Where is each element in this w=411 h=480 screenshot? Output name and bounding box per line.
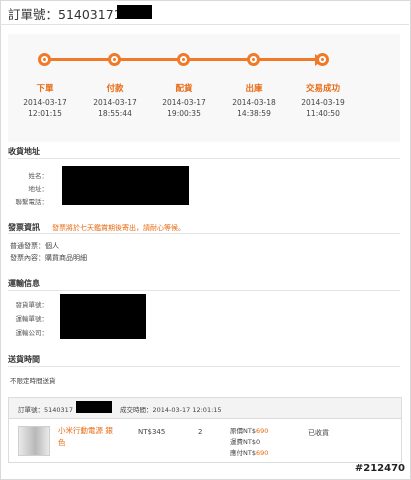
- product-name-link[interactable]: 小米行動電源 銀: [58, 425, 113, 436]
- address-label: 地址：: [28, 185, 49, 193]
- invoice-type: 普通發票：個人: [10, 242, 59, 250]
- product-thumbnail[interactable]: [18, 426, 50, 456]
- step-date: 2014-03-19: [301, 98, 345, 107]
- section-divider: [8, 366, 400, 367]
- shipping-address-title: 收貨地址: [8, 147, 40, 156]
- shipping-fee: 運費NT$0: [230, 438, 261, 446]
- quantity: 2: [198, 428, 203, 436]
- product-name-link-cont[interactable]: 色: [58, 437, 66, 448]
- section-divider: [8, 158, 400, 159]
- section-divider: [8, 233, 400, 234]
- delivery-value: 不限定時間送貨: [10, 377, 56, 385]
- shipping-no-label: 發貨單號：: [15, 301, 49, 309]
- step-time: 19:00:35: [167, 109, 201, 118]
- step-date: 2014-03-18: [232, 98, 276, 107]
- step-label: 付款: [106, 84, 124, 94]
- step-node-icon: [108, 53, 121, 66]
- redacted-address: [62, 166, 189, 205]
- table-order-number: 訂單號：5140317: [18, 406, 73, 414]
- phone-label: 聯繫電話：: [15, 198, 49, 206]
- watermark-id: #212470: [352, 463, 407, 474]
- step-label: 交易成功: [305, 84, 340, 94]
- step-label: 配貨: [175, 84, 193, 94]
- step-time: 12:01:15: [28, 109, 62, 118]
- carrier-label: 運輸公司：: [15, 329, 49, 337]
- delivery-title: 送貨時間: [8, 355, 40, 364]
- redacted-table-order: [76, 401, 112, 413]
- step-label: 下單: [36, 84, 54, 94]
- step-time: 14:38:59: [237, 109, 271, 118]
- original-price: 原價NT$690: [230, 427, 269, 435]
- redacted-order-suffix: [117, 5, 152, 19]
- step-date: 2014-03-17: [162, 98, 206, 107]
- step-node-icon: [38, 53, 51, 66]
- invoice-content: 發票內容：購買商品明細: [10, 254, 87, 262]
- section-divider: [8, 290, 400, 291]
- order-number: 訂單號：514031718: [8, 7, 130, 22]
- step-node-icon: [177, 53, 190, 66]
- step-date: 2014-03-17: [23, 98, 67, 107]
- invoice-title: 發票資訊: [8, 223, 40, 232]
- step-node-icon: [316, 53, 329, 66]
- redacted-logistics: [60, 294, 146, 339]
- invoice-notice: 發票將於七天鑑賞期後寄出，請耐心等候。: [52, 224, 185, 232]
- step-time: 11:40:50: [306, 109, 340, 118]
- deal-time: 成交時間：2014-03-17 12:01:15: [120, 406, 222, 414]
- order-status: 已收貨: [308, 429, 329, 437]
- step-date: 2014-03-17: [93, 98, 137, 107]
- order-header: 訂單號：514031718: [0, 0, 409, 25]
- logistics-title: 運輸信息: [8, 279, 40, 288]
- unit-price: NT$345: [138, 428, 166, 436]
- step-label: 出庫: [245, 84, 263, 94]
- step-node-icon: [247, 53, 260, 66]
- name-label: 姓名：: [28, 172, 49, 180]
- amount-payable: 應付NT$690: [230, 449, 269, 457]
- tracking-no-label: 運輸單號：: [15, 315, 49, 323]
- step-time: 18:55:44: [98, 109, 132, 118]
